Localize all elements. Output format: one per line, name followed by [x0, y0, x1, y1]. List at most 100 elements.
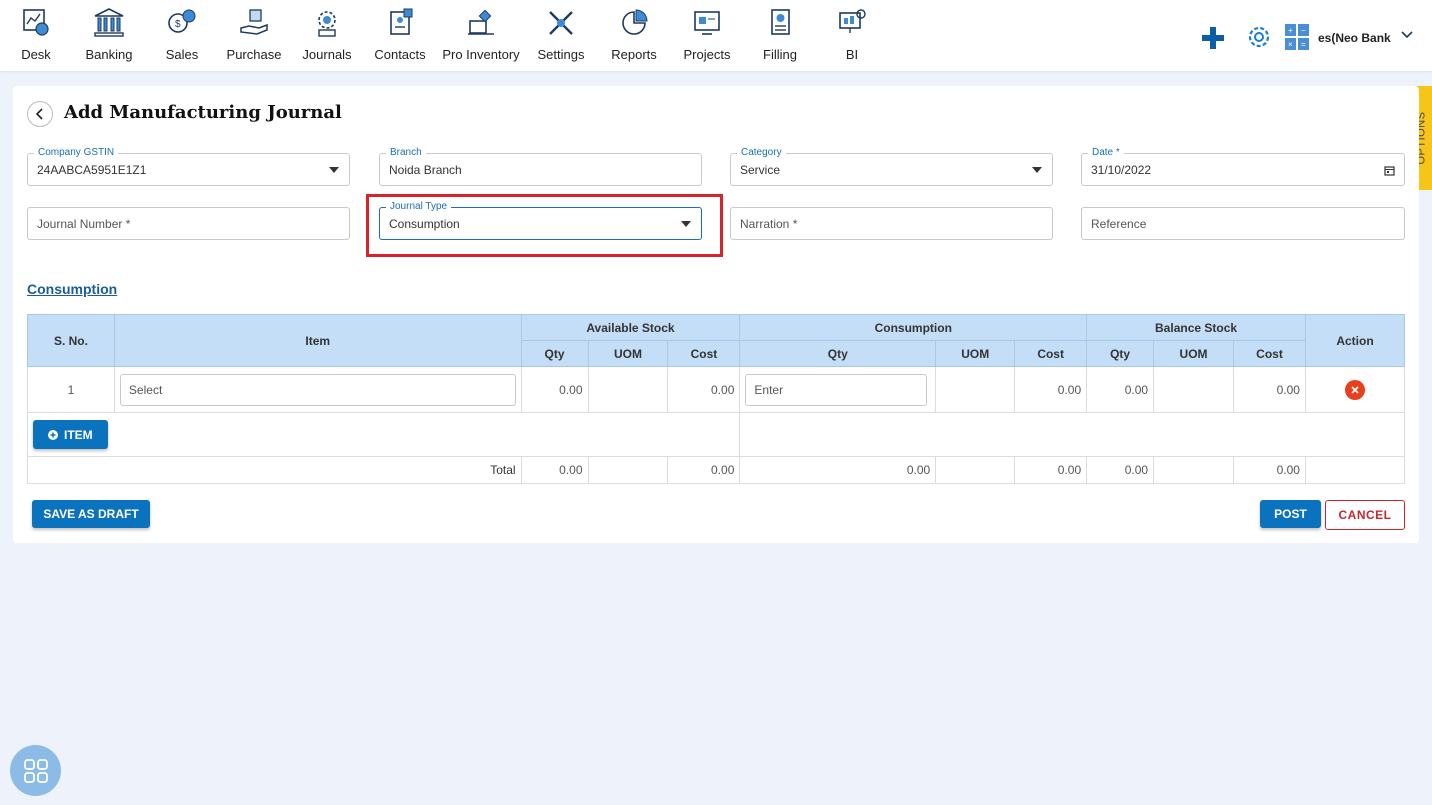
svg-text:−: −	[1301, 26, 1306, 35]
row-cons-cost: 0.00	[1014, 366, 1088, 413]
header-cons-uom: UOM	[935, 340, 1016, 367]
caret-down-icon	[1032, 167, 1042, 173]
consumption-section-link[interactable]: Consumption	[27, 281, 117, 297]
top-navigation: Desk Banking $ Sales Purchase Journals C…	[0, 0, 1432, 71]
svg-text:+: +	[1288, 26, 1293, 35]
back-button[interactable]	[27, 101, 53, 127]
row-bal-qty: 0.00	[1086, 366, 1155, 413]
row-sno: 1	[27, 366, 115, 413]
date-value: 31/10/2022	[1091, 163, 1152, 177]
item-select-placeholder: Select	[128, 382, 163, 397]
nav-bi-label: BI	[845, 47, 859, 62]
nav-journals-label: Journals	[302, 47, 352, 62]
svg-text:$: $	[175, 19, 181, 30]
journals-icon	[318, 11, 336, 37]
nav-pro-inventory-label: Pro Inventory	[442, 47, 520, 62]
total-cons-uom	[935, 456, 1016, 484]
header-available-stock: Available Stock	[520, 314, 741, 341]
svg-text:×: ×	[1288, 40, 1293, 49]
total-cons-qty: 0.00	[739, 456, 937, 484]
nav-banking[interactable]: Banking	[73, 6, 145, 66]
nav-purchase[interactable]: Purchase	[218, 6, 290, 66]
caret-down-icon	[329, 167, 339, 173]
projects-icon	[694, 11, 720, 35]
nav-contacts[interactable]: Contacts	[364, 6, 436, 66]
nav-settings-label: Settings	[537, 47, 585, 62]
bi-icon	[839, 9, 866, 33]
filling-icon	[771, 9, 790, 35]
nav-contacts-label: Contacts	[374, 47, 426, 62]
chevron-down-icon[interactable]	[1400, 28, 1414, 42]
header-cons-cost: Cost	[1014, 340, 1088, 367]
desk-icon	[23, 9, 49, 36]
nav-projects-label: Projects	[683, 47, 731, 62]
branch-value: Noida Branch	[389, 163, 462, 177]
nav-settings[interactable]: Settings	[525, 6, 597, 66]
nav-filling-label: Filling	[763, 47, 797, 62]
calendar-icon[interactable]	[1384, 165, 1395, 176]
nav-purchase-label: Purchase	[226, 47, 282, 62]
gear-icon[interactable]	[1245, 23, 1273, 51]
item-select[interactable]: Select	[119, 373, 516, 406]
total-bal-uom	[1153, 456, 1235, 484]
journal-number-input[interactable]: Journal Number *	[27, 207, 350, 240]
category-label: Category	[737, 146, 786, 160]
date-label: Date *	[1088, 146, 1124, 160]
company-gstin-select[interactable]: Company GSTIN 24AABCA5951E1Z1	[27, 146, 350, 186]
row-action-cell	[1304, 366, 1406, 413]
journal-form-card: Add Manufacturing Journal Company GSTIN …	[13, 86, 1419, 543]
category-select[interactable]: Category Service	[730, 146, 1053, 186]
cancel-button[interactable]: CANCEL	[1325, 500, 1405, 530]
calculator-icon[interactable]: + −× =	[1285, 24, 1309, 50]
page-title: Add Manufacturing Journal	[64, 102, 342, 123]
header-sno: S. No.	[27, 314, 115, 367]
highlight-annotation	[366, 194, 723, 257]
row-cons-uom	[935, 366, 1016, 413]
header-bal-qty: Qty	[1086, 340, 1155, 367]
branch-field[interactable]: Branch Noida Branch	[379, 146, 702, 186]
chevron-left-icon	[35, 108, 43, 120]
nav-reports[interactable]: Reports	[598, 6, 670, 66]
nav-projects[interactable]: Projects	[671, 6, 743, 66]
nav-filling[interactable]: Filling	[744, 6, 816, 66]
header-avail-cost: Cost	[667, 340, 741, 367]
narration-input[interactable]: Narration *	[730, 207, 1053, 240]
row-item-cell: Select	[113, 366, 522, 413]
nav-desk-label: Desk	[21, 47, 51, 62]
header-avail-qty: Qty	[520, 340, 589, 367]
nav-journals[interactable]: Journals	[291, 6, 363, 66]
row-avail-cost: 0.00	[667, 366, 741, 413]
journal-number-placeholder: Journal Number *	[37, 217, 131, 231]
nav-sales[interactable]: $ Sales	[146, 6, 218, 66]
row-bal-cost: 0.00	[1233, 366, 1306, 413]
total-action	[1304, 456, 1406, 484]
reference-input[interactable]: Reference	[1081, 207, 1405, 240]
apps-menu-button[interactable]	[10, 745, 61, 796]
consumption-qty-input[interactable]: Enter	[745, 373, 928, 406]
bank-icon	[94, 8, 124, 37]
total-avail-qty: 0.00	[520, 456, 589, 484]
delete-row-button[interactable]	[1344, 379, 1365, 400]
consumption-qty-placeholder: Enter	[754, 382, 784, 397]
header-cons-qty: Qty	[739, 340, 937, 367]
branch-label: Branch	[386, 146, 426, 160]
add-item-label: ITEM	[64, 427, 93, 442]
table-row: 1 Select 0.00 0.00 Enter 0.00 0.00 0.00	[27, 366, 1406, 413]
company-name[interactable]: es(Neo Bank	[1318, 31, 1391, 45]
save-as-draft-button[interactable]: SAVE AS DRAFT	[32, 500, 150, 528]
header-avail-uom: UOM	[587, 340, 669, 367]
add-item-button[interactable]: ITEM	[33, 420, 108, 449]
total-bal-cost: 0.00	[1233, 456, 1306, 484]
nav-pro-inventory[interactable]: Pro Inventory	[440, 6, 522, 66]
nav-desk[interactable]: Desk	[0, 6, 72, 66]
nav-bi[interactable]: BI	[816, 6, 888, 66]
nav-reports-label: Reports	[611, 47, 657, 62]
row-bal-uom	[1153, 366, 1235, 413]
post-button[interactable]: POST	[1260, 500, 1321, 528]
date-field[interactable]: Date * 31/10/2022	[1081, 146, 1405, 186]
consumption-table: S. No. Item Available Stock Consumption …	[26, 314, 1406, 484]
add-item-row: ITEM	[26, 412, 1405, 457]
plus-icon[interactable]	[1199, 24, 1227, 52]
sales-icon: $	[168, 9, 196, 33]
plus-circle-icon	[48, 429, 58, 440]
